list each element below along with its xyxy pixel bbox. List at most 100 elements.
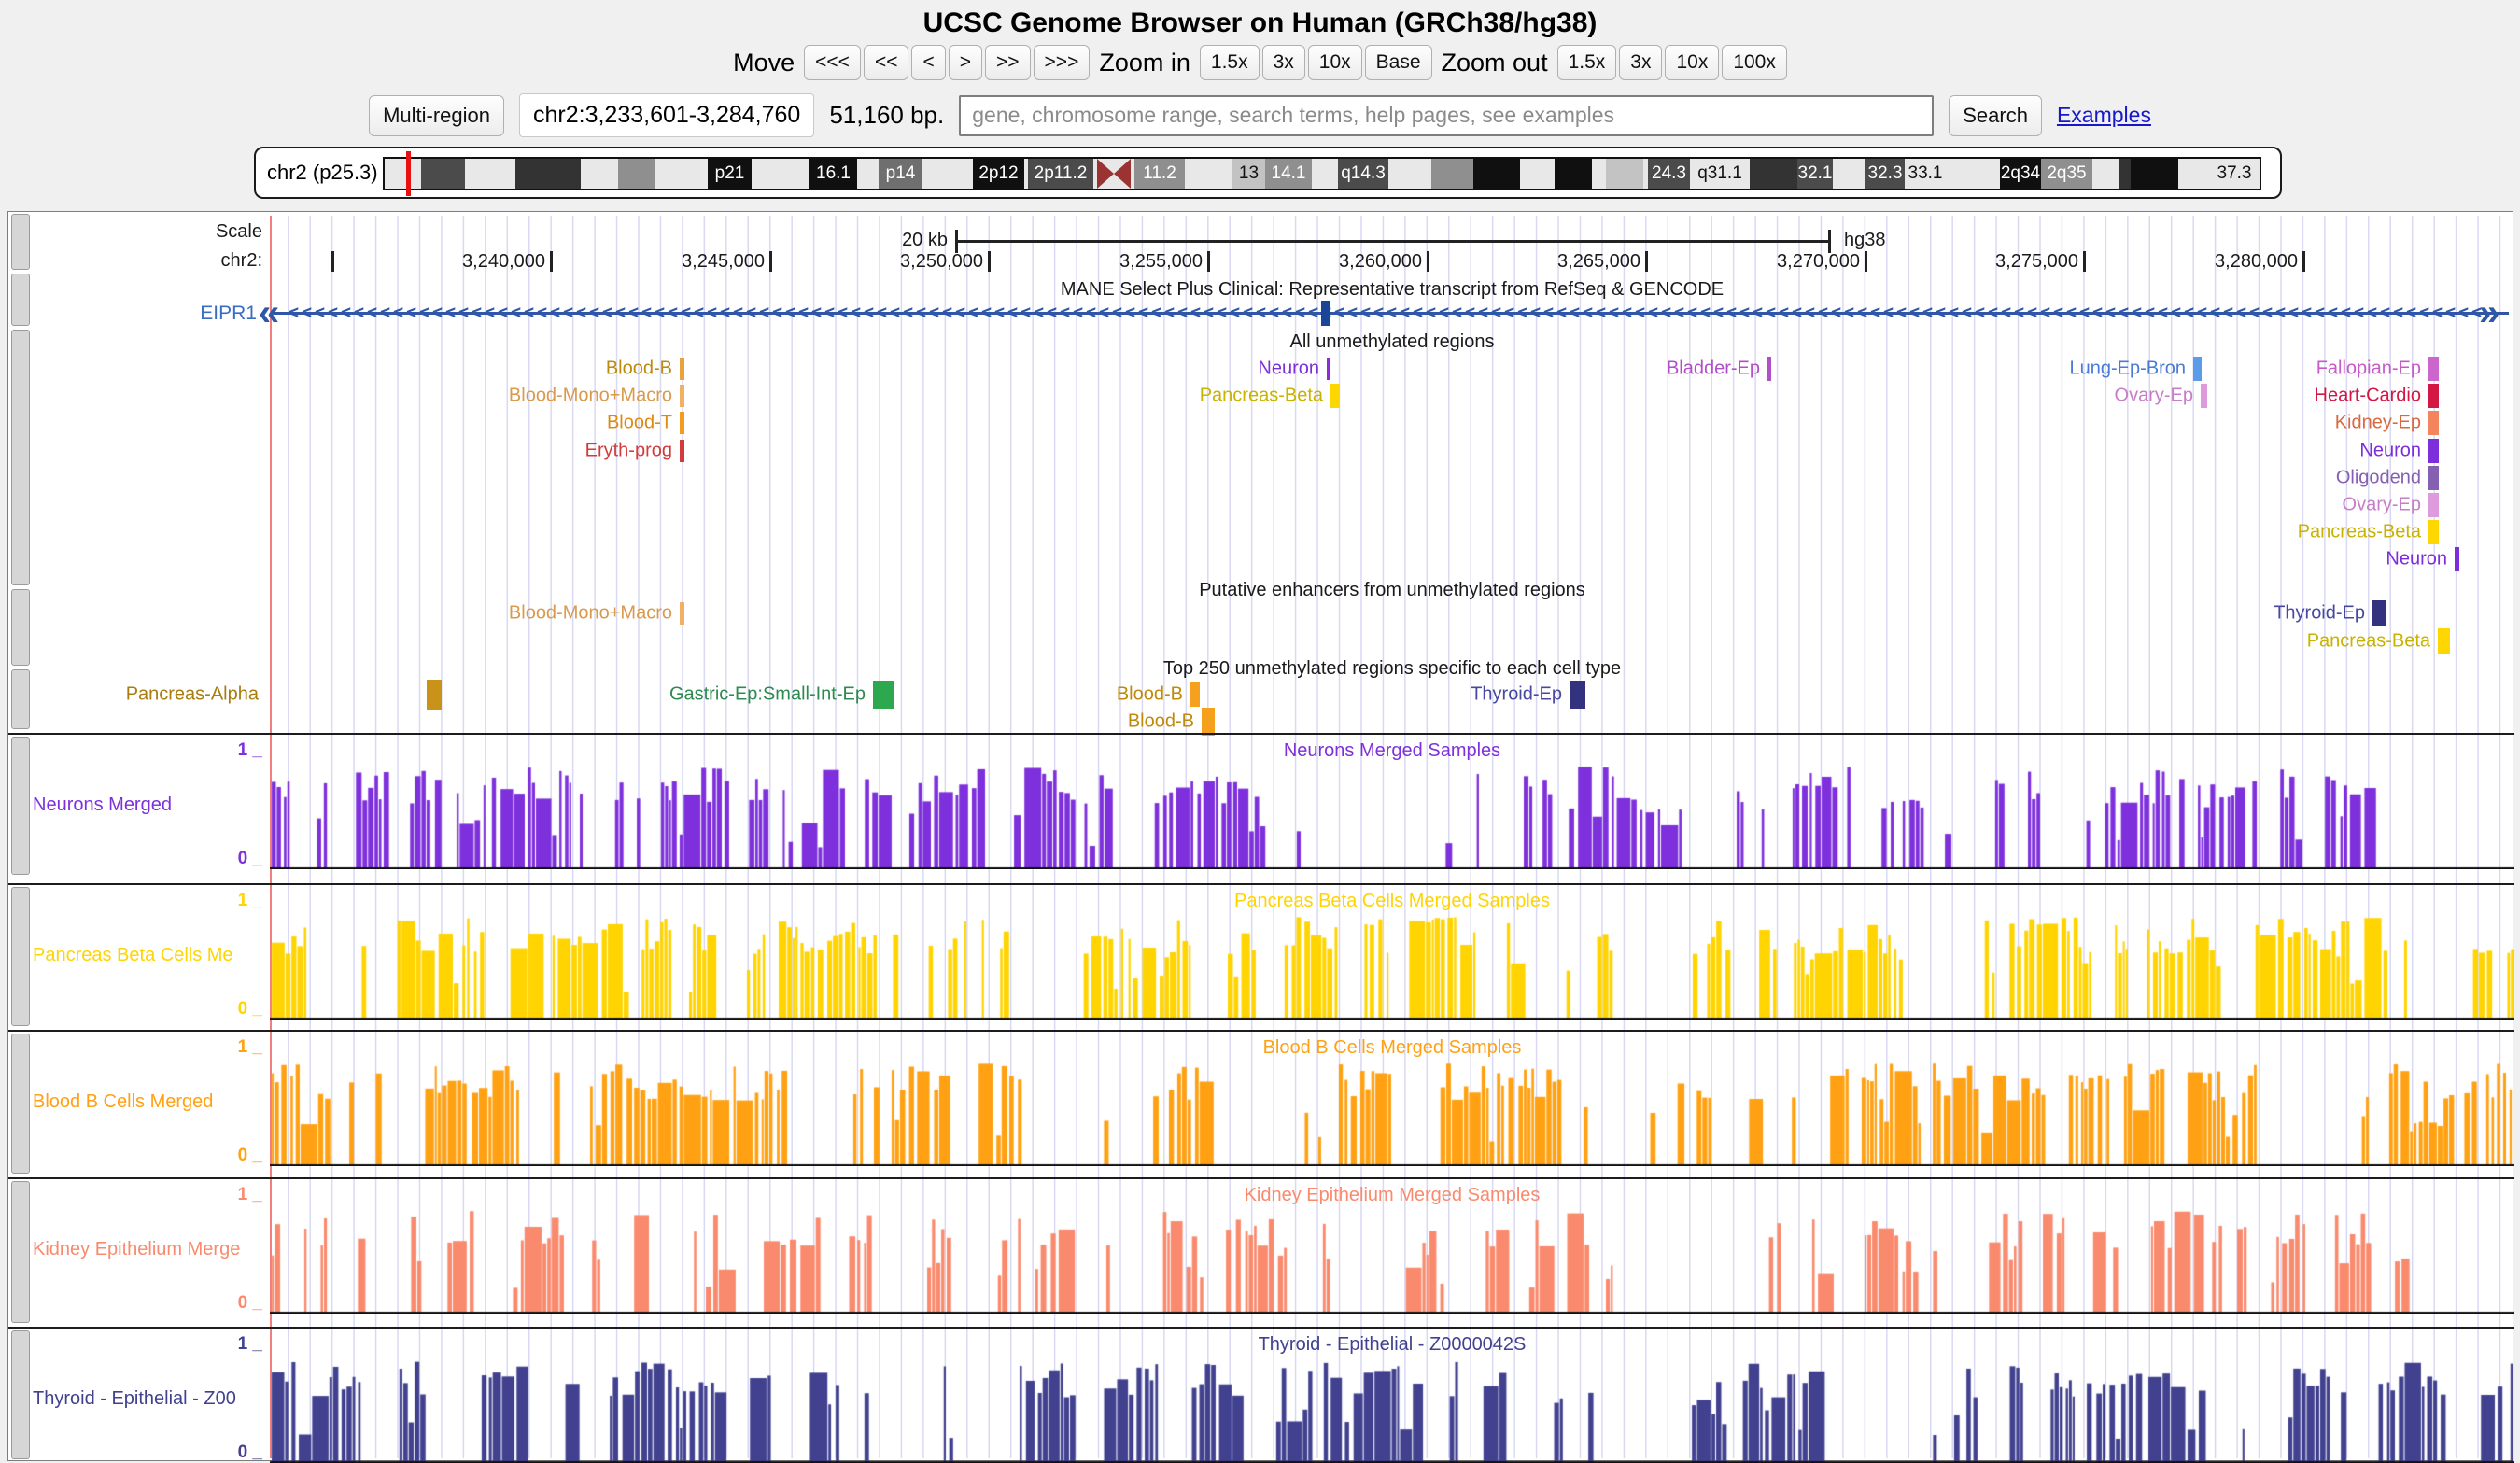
region-label[interactable]: Eryth-prog [585, 441, 672, 462]
region-block[interactable] [1570, 681, 1585, 709]
search-button[interactable]: Search [1949, 95, 2042, 136]
signal-track-plot[interactable] [270, 1353, 2514, 1463]
region-block[interactable] [2428, 439, 2439, 463]
zoom-out-button-1[interactable]: 1.5x [1557, 45, 1617, 80]
region-block[interactable] [680, 602, 684, 625]
region-block[interactable] [680, 440, 684, 462]
region-label[interactable]: Thyroid-Ep [2274, 603, 2365, 625]
region-block[interactable] [1190, 682, 1200, 707]
region-label[interactable]: Kidney-Ep [2335, 413, 2421, 434]
region-block[interactable] [680, 358, 684, 380]
signal-track-plot[interactable] [270, 759, 2514, 869]
region-block[interactable] [2193, 357, 2202, 381]
gene-exon[interactable] [1321, 301, 1330, 326]
track-name-label[interactable]: Kidney Epithelium Merge [33, 1239, 268, 1260]
region-block[interactable] [2372, 600, 2386, 626]
region-label[interactable]: Fallopian-Ep [2316, 359, 2421, 380]
region-label[interactable]: Blood-T [607, 413, 672, 434]
track-name-label[interactable]: Thyroid - Epithelial - Z00 [33, 1388, 268, 1410]
region-block[interactable] [680, 412, 684, 434]
move-button-6[interactable]: >>> [1034, 45, 1091, 80]
region-label[interactable]: Pancreas-Beta [2298, 522, 2421, 543]
move-button-5[interactable]: >> [985, 45, 1031, 80]
track-drag-handle[interactable] [11, 669, 30, 729]
gene-name[interactable]: EIPR1 [8, 302, 257, 325]
region-label[interactable]: Thyroid-Ep [1471, 684, 1562, 706]
strand-arrow-icon: < [2132, 302, 2142, 324]
track-drag-handle[interactable] [11, 1034, 30, 1174]
region-label[interactable]: Blood-B [606, 359, 672, 380]
region-block[interactable] [2455, 547, 2459, 571]
region-block[interactable] [2428, 357, 2439, 381]
track-name-label[interactable]: Pancreas Beta Cells Me [33, 945, 268, 966]
region-block[interactable] [2438, 628, 2450, 654]
region-block[interactable] [873, 681, 894, 709]
zoom-out-button-4[interactable]: 100x [1722, 45, 1787, 80]
multi-region-button[interactable]: Multi-region [369, 95, 504, 136]
region-label[interactable]: Neuron [2359, 441, 2421, 462]
track-drag-handle[interactable] [11, 274, 30, 326]
region-label[interactable]: Pancreas-Beta [2307, 631, 2430, 653]
region-label[interactable]: Pancreas-Beta [1200, 386, 1323, 407]
region-block[interactable] [1327, 358, 1330, 380]
track-drag-handle[interactable] [11, 1330, 30, 1459]
browser-image[interactable]: Scale 20 kb hg38 chr2: 3,240,0003,245,00… [7, 211, 2513, 1461]
track-drag-handle[interactable] [11, 589, 30, 666]
ideogram-bands[interactable]: p2116.1p142p122p11.211.21314.1q14.324.3q… [383, 157, 2261, 190]
track-drag-handle[interactable] [11, 887, 30, 1026]
track-drag-handle[interactable] [11, 214, 30, 270]
region-block[interactable] [2428, 466, 2439, 490]
position-display[interactable]: chr2:3,233,601-3,284,760 [519, 93, 814, 137]
region-block[interactable] [2428, 520, 2439, 544]
move-button-1[interactable]: <<< [804, 45, 861, 80]
region-label[interactable]: Blood-Mono+Macro [509, 386, 672, 407]
region-label[interactable]: Oligodend [2336, 468, 2421, 489]
move-button-2[interactable]: << [864, 45, 909, 80]
ideogram-label: chr2 (p25.3) [267, 161, 378, 185]
track-drag-handle[interactable] [11, 737, 30, 875]
region-label[interactable]: Heart-Cardio [2315, 386, 2421, 407]
zoom-in-button-1[interactable]: 1.5x [1200, 45, 1260, 80]
region-block[interactable] [1330, 384, 1340, 408]
region-block[interactable] [1767, 357, 1771, 381]
region-label[interactable]: Ovary-Ep [2343, 495, 2421, 516]
track-name-label[interactable]: Blood B Cells Merged [33, 1091, 268, 1113]
region-block[interactable] [2428, 384, 2439, 408]
signal-track-plot[interactable] [270, 1056, 2514, 1166]
region-block[interactable] [2428, 411, 2439, 435]
signal-track-plot[interactable] [270, 909, 2514, 1020]
region-label[interactable]: Neuron [2386, 549, 2447, 570]
track-drag-handle[interactable] [11, 330, 30, 585]
search-input[interactable] [959, 95, 1934, 136]
move-button-3[interactable]: < [911, 45, 945, 80]
region-block[interactable] [2428, 493, 2439, 517]
region-label[interactable]: Bladder-Ep [1667, 359, 1760, 380]
region-label[interactable]: Blood-B [1117, 684, 1183, 706]
region-label[interactable]: Blood-Mono+Macro [509, 603, 672, 625]
region-label[interactable]: Gastric-Ep:Small-Int-Ep [669, 684, 866, 706]
zoom-in-button-3[interactable]: 10x [1308, 45, 1362, 80]
region-label[interactable]: Blood-B [1128, 711, 1194, 733]
zoom-in-button-2[interactable]: 3x [1262, 45, 1305, 80]
chromosome-ideogram[interactable]: chr2 (p25.3) p2116.1p142p122p11.211.2131… [254, 147, 2282, 199]
strand-arrow-icon: < [2236, 302, 2246, 324]
zoom-out-button-3[interactable]: 10x [1665, 45, 1719, 80]
region-label[interactable]: Neuron [1258, 359, 1319, 380]
region-block[interactable] [427, 680, 442, 710]
chromosome-band: 14.1 [1265, 159, 1312, 189]
region-label[interactable]: Ovary-Ep [2115, 386, 2193, 407]
region-block[interactable] [2201, 384, 2207, 408]
zoom-in-button-4[interactable]: Base [1365, 45, 1432, 80]
examples-link[interactable]: Examples [2057, 103, 2151, 128]
region-label[interactable]: Lung-Ep-Bron [2069, 359, 2186, 380]
signal-track-plot[interactable] [270, 1203, 2514, 1314]
coordinate-label: 3,255,000 [966, 251, 1203, 273]
region-block[interactable] [1202, 708, 1215, 736]
region-block[interactable] [680, 385, 684, 407]
region-label[interactable]: Pancreas-Alpha [126, 684, 259, 706]
zoom-out-button-2[interactable]: 3x [1619, 45, 1662, 80]
strand-arrow-icon: < [1766, 302, 1776, 324]
track-name-label[interactable]: Neurons Merged [33, 795, 268, 816]
track-drag-handle[interactable] [11, 1181, 30, 1323]
move-button-4[interactable]: > [949, 45, 982, 80]
